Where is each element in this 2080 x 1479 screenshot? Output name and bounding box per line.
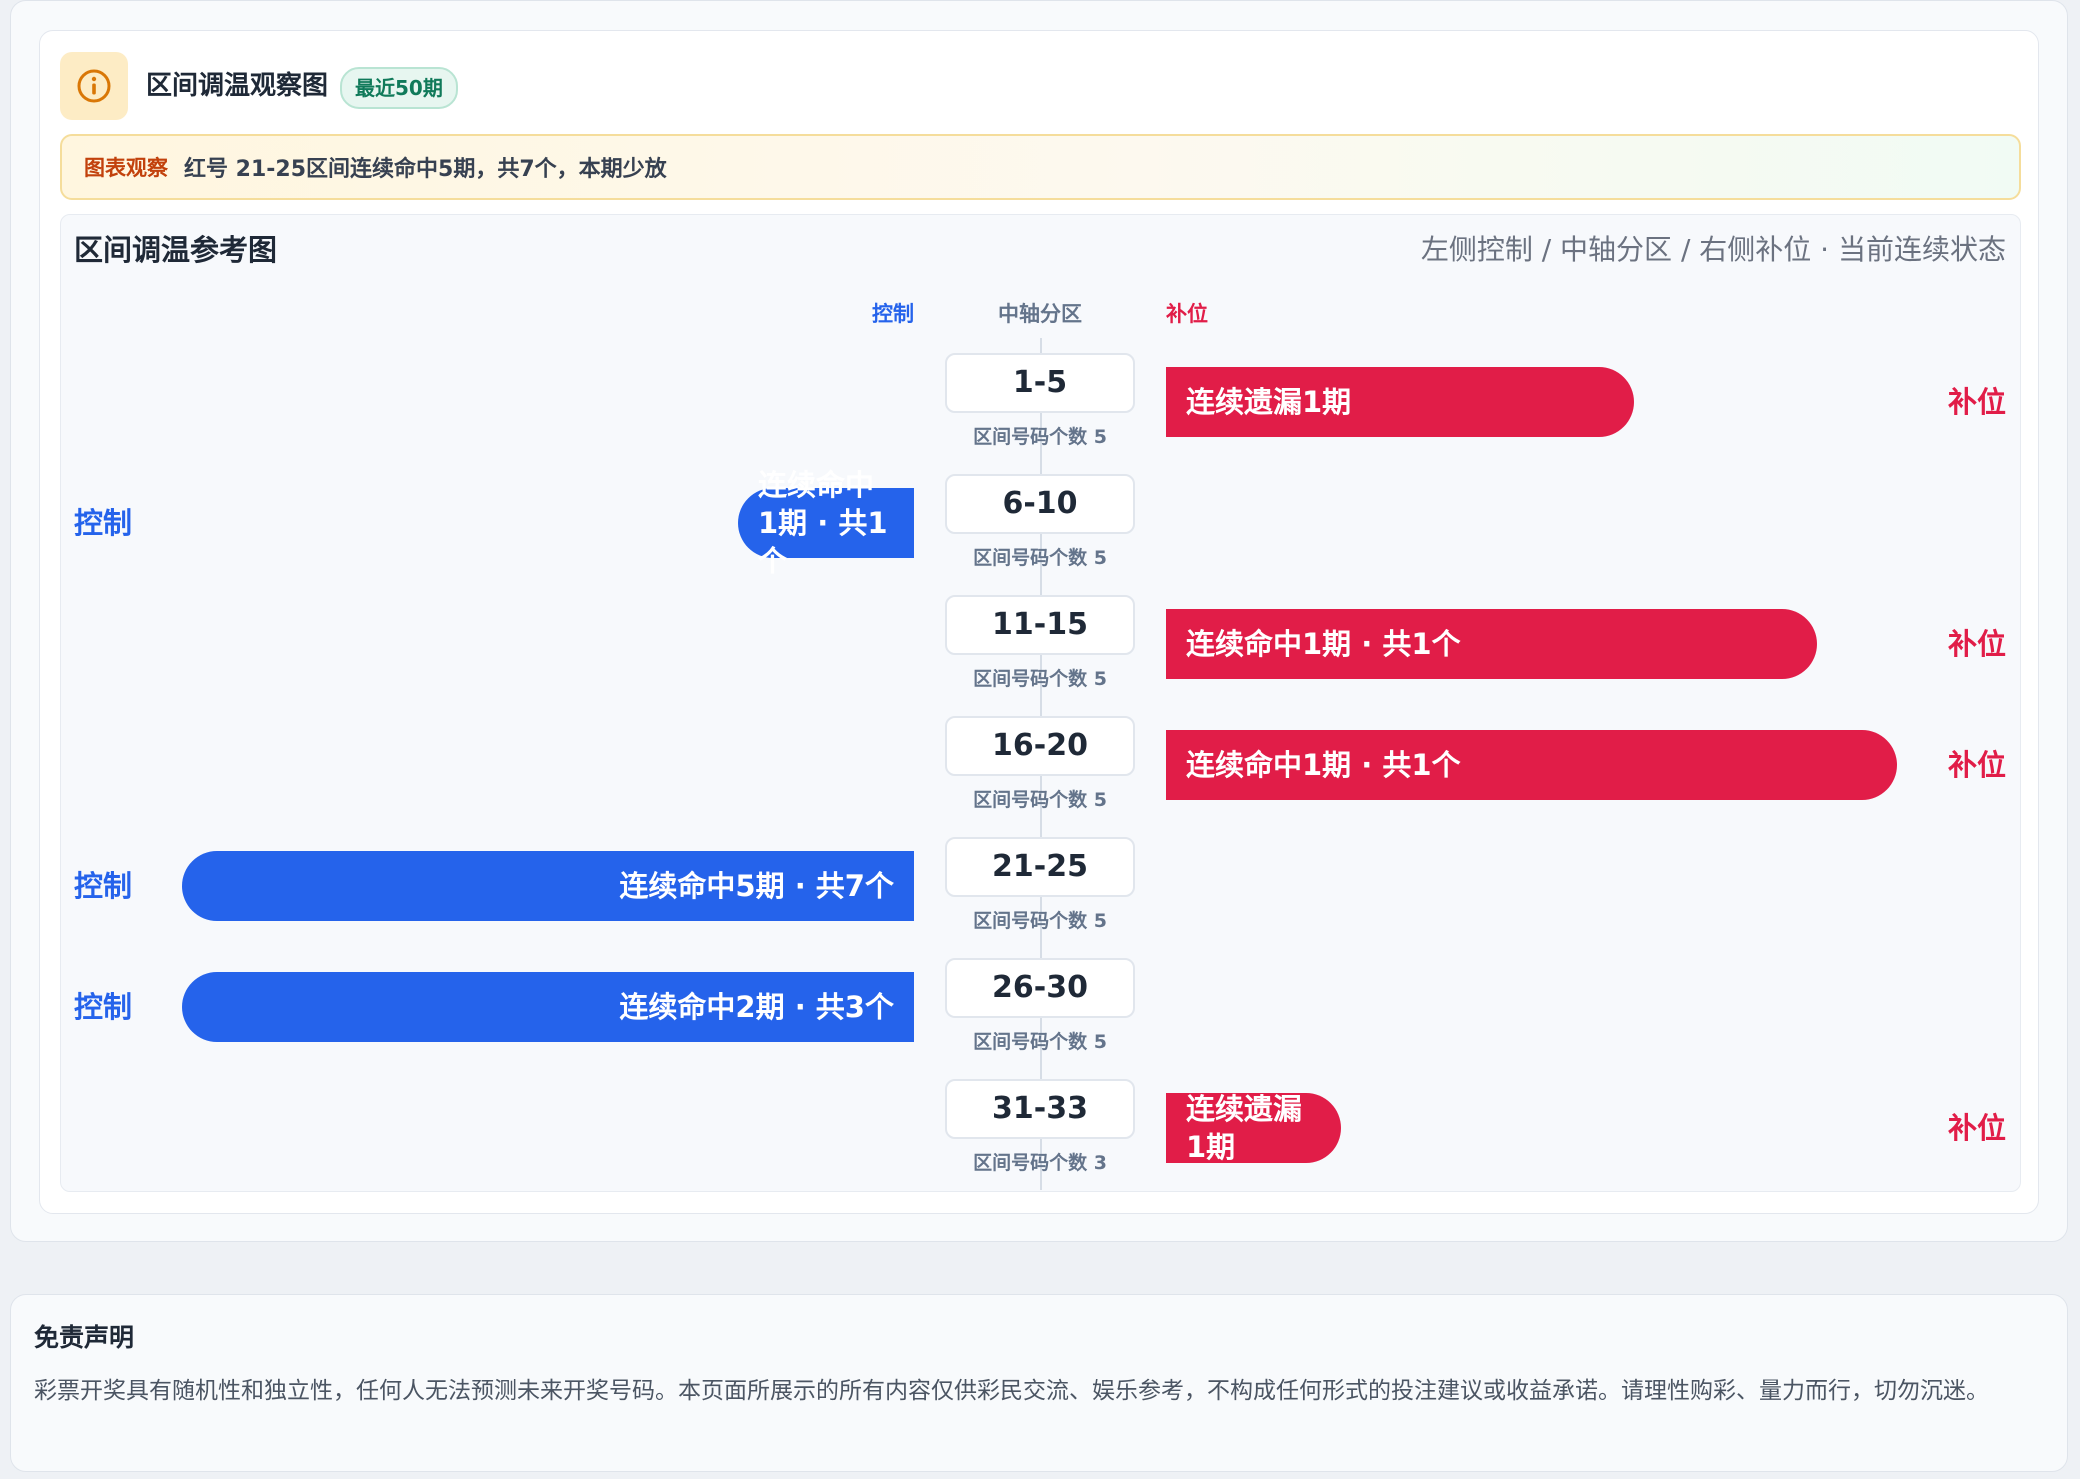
column-header-fill: 补位 bbox=[1166, 302, 1208, 326]
bar-1-5: 连续遗漏1期 bbox=[1166, 367, 1634, 437]
side-label-21-25: 控制 bbox=[74, 869, 133, 903]
bar-label-21-25: 连续命中5期 · 共7个 bbox=[619, 869, 894, 903]
bar-label-6-10: 连续命中1期 · 共1个 bbox=[758, 468, 888, 578]
zone-count-21-25: 区间号码个数 5 bbox=[973, 910, 1107, 932]
side-label-1-5: 补位 bbox=[1947, 385, 2006, 419]
zone-count-26-30: 区间号码个数 5 bbox=[973, 1031, 1107, 1053]
zone-label-21-25: 21-25 bbox=[945, 837, 1135, 897]
chart-subtitle: 左侧控制 / 中轴分区 / 右侧补位 · 当前连续状态 bbox=[1420, 233, 2006, 266]
zone-label-11-15: 11-15 bbox=[945, 595, 1135, 655]
zone-count-1-5: 区间号码个数 5 bbox=[973, 426, 1107, 448]
observation-label: 图表观察 bbox=[84, 156, 168, 180]
bar-6-10: 连续命中1期 · 共1个 bbox=[738, 468, 914, 578]
chart-title: 区间调温参考图 bbox=[74, 233, 278, 267]
bar-label-31-33: 连续遗漏1期 bbox=[1186, 1092, 1303, 1164]
bar-label-1-5: 连续遗漏1期 bbox=[1186, 385, 1352, 419]
period-badge: 最近50期 bbox=[340, 67, 458, 109]
zone-label-16-20: 16-20 bbox=[945, 716, 1135, 776]
bar-label-16-20: 连续命中1期 · 共1个 bbox=[1186, 748, 1461, 782]
side-label-11-15: 补位 bbox=[1947, 627, 2006, 661]
bar-11-15: 连续命中1期 · 共1个 bbox=[1166, 609, 1817, 679]
observation-text: 红号 21-25区间连续命中5期，共7个，本期少放 bbox=[184, 157, 667, 182]
zone-label-31-33: 31-33 bbox=[945, 1079, 1135, 1139]
side-label-26-30: 控制 bbox=[74, 990, 133, 1024]
zone-count-16-20: 区间号码个数 5 bbox=[973, 789, 1107, 811]
side-label-31-33: 补位 bbox=[1947, 1111, 2006, 1145]
info-icon bbox=[60, 52, 128, 120]
zone-label-6-10: 6-10 bbox=[945, 474, 1135, 534]
panel-title: 区间调温观察图 bbox=[146, 71, 329, 101]
bar-label-11-15: 连续命中1期 · 共1个 bbox=[1186, 627, 1461, 661]
disclaimer-title: 免责声明 bbox=[34, 1323, 135, 1352]
observation-banner: 图表观察 红号 21-25区间连续命中5期，共7个，本期少放 bbox=[60, 134, 2021, 200]
bar-16-20: 连续命中1期 · 共1个 bbox=[1166, 730, 1897, 800]
bar-31-33: 连续遗漏1期 bbox=[1166, 1092, 1341, 1164]
zone-count-31-33: 区间号码个数 3 bbox=[973, 1152, 1107, 1174]
bar-26-30: 连续命中2期 · 共3个 bbox=[182, 972, 914, 1042]
zone-label-26-30: 26-30 bbox=[945, 958, 1135, 1018]
side-label-6-10: 控制 bbox=[74, 506, 133, 540]
bar-21-25: 连续命中5期 · 共7个 bbox=[182, 851, 914, 921]
zone-count-6-10: 区间号码个数 5 bbox=[973, 547, 1107, 569]
column-header-control: 控制 bbox=[872, 302, 914, 326]
bar-label-26-30: 连续命中2期 · 共3个 bbox=[619, 990, 894, 1024]
column-header-zone: 中轴分区 bbox=[998, 302, 1082, 326]
zone-label-1-5: 1-5 bbox=[945, 353, 1135, 413]
disclaimer-text: 彩票开奖具有随机性和独立性，任何人无法预测未来开奖号码。本页面所展示的所有内容仅… bbox=[34, 1378, 1989, 1404]
zone-count-11-15: 区间号码个数 5 bbox=[973, 668, 1107, 690]
side-label-16-20: 补位 bbox=[1947, 748, 2006, 782]
